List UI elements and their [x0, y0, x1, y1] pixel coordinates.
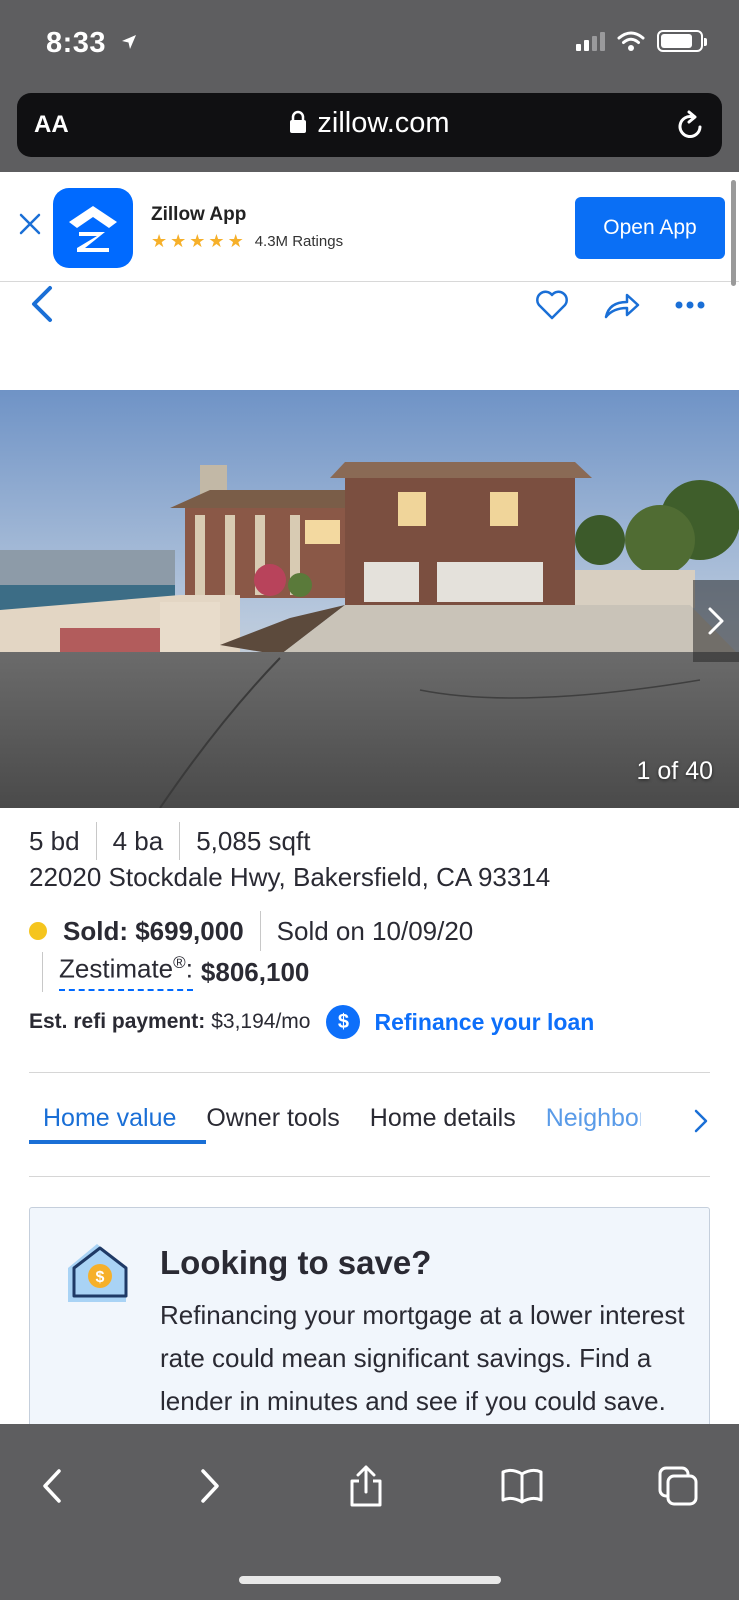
app-rating: ★ ★ ★ ★ ★ 4.3M Ratings: [151, 232, 343, 250]
tabs-icon: [658, 1466, 698, 1506]
divider: [259, 911, 261, 951]
status-indicators: [576, 30, 707, 52]
cellular-signal-icon: [576, 31, 605, 51]
tab-owner-tools[interactable]: Owner tools: [191, 1104, 354, 1133]
baths: 4 ba: [112, 825, 164, 856]
battery-icon: [657, 30, 707, 52]
listing-actions: [535, 290, 705, 320]
house-photo: [0, 390, 739, 808]
scrollbar[interactable]: [731, 180, 736, 286]
house-dollar-icon: $: [68, 1244, 128, 1302]
tab-home-value[interactable]: Home value: [29, 1104, 191, 1133]
card-body: Refinancing your mortgage at a lower int…: [160, 1300, 685, 1416]
status-time: 8:33: [46, 27, 107, 59]
browser-bookmarks-button[interactable]: [500, 1464, 544, 1508]
tab-home-details[interactable]: Home details: [355, 1104, 531, 1133]
section-divider: [29, 1176, 710, 1177]
section-divider: [29, 1072, 710, 1073]
zestimate-link[interactable]: Zestimate®:: [59, 953, 193, 991]
app-install-banner: Zillow App ★ ★ ★ ★ ★ 4.3M Ratings Open A…: [0, 172, 739, 282]
location-arrow-icon: [122, 35, 136, 49]
divider: [179, 822, 181, 860]
refi-label: Est. refi payment:: [29, 1010, 206, 1033]
chevron-right-icon[interactable]: [693, 1108, 709, 1134]
url-display[interactable]: zillow.com: [17, 107, 722, 140]
divider: [95, 822, 97, 860]
photo-counter: 1 of 40: [636, 757, 713, 785]
share-icon: [350, 1465, 382, 1507]
zillow-app-icon: [53, 188, 133, 268]
chevron-right-icon: [708, 607, 724, 635]
beds: 5 bd: [29, 825, 80, 856]
status-dot-icon: [29, 922, 47, 940]
zestimate-label: Zestimate: [59, 953, 174, 984]
url-text: zillow.com: [317, 107, 450, 139]
star-icon: ★: [208, 231, 225, 251]
home-indicator[interactable]: [239, 1576, 501, 1584]
divider: [42, 952, 43, 992]
address-bar[interactable]: AA zillow.com: [17, 93, 722, 157]
book-icon: [501, 1468, 543, 1504]
browser-bottom-toolbar: [0, 1424, 739, 1600]
zestimate: Zestimate®: $806,100: [42, 952, 309, 992]
svg-text:$: $: [96, 1269, 105, 1286]
sold-date: Sold on 10/09/20: [276, 915, 474, 946]
zestimate-value: $806,100: [200, 956, 310, 987]
star-icon: ★: [227, 231, 244, 251]
close-banner-icon[interactable]: [18, 212, 42, 236]
browser-top-chrome: 8:33 AA zillow.com: [0, 0, 739, 172]
star-icon: ★: [189, 231, 206, 251]
refi-payment: Est. refi payment: $3,194/mo $ Refinance…: [29, 1005, 594, 1039]
active-tab-indicator: [29, 1140, 206, 1144]
star-icon: ★: [151, 231, 168, 251]
dollar-icon: $: [326, 1005, 361, 1039]
back-icon[interactable]: [28, 284, 58, 324]
chevron-left-icon: [43, 1469, 61, 1503]
refinance-link[interactable]: Refinance your loan: [374, 1009, 594, 1036]
browser-tabs-button[interactable]: [656, 1464, 700, 1508]
share-icon[interactable]: [603, 290, 641, 320]
sold-status: Sold: $699,000 Sold on 10/09/20: [29, 911, 473, 951]
star-icon: ★: [170, 231, 187, 251]
tab-neighborhood[interactable]: Neighborhood: [531, 1104, 641, 1133]
heart-icon[interactable]: [535, 290, 569, 320]
section-tabs: Home value Owner tools Home details Neig…: [29, 1104, 641, 1133]
browser-back-button[interactable]: [30, 1464, 74, 1508]
more-options-icon[interactable]: [675, 300, 705, 310]
lock-icon: [290, 110, 307, 133]
registered-mark: ®: [173, 953, 186, 973]
rating-count: 4.3M Ratings: [254, 232, 344, 250]
app-name: Zillow App: [151, 204, 247, 225]
refi-value: $3,194/mo: [211, 1010, 311, 1033]
browser-share-button[interactable]: [344, 1464, 388, 1508]
sqft: 5,085 sqft: [196, 825, 311, 856]
property-address: 22020 Stockdale Hwy, Bakersfield, CA 933…: [29, 862, 551, 892]
chevron-right-icon: [201, 1469, 219, 1503]
open-app-button[interactable]: Open App: [575, 197, 725, 259]
sold-price: Sold: $699,000: [63, 915, 244, 946]
listing-photo[interactable]: 1 of 40: [0, 390, 739, 808]
browser-forward-button[interactable]: [188, 1464, 232, 1508]
reload-icon[interactable]: [676, 109, 706, 141]
zestimate-colon: :: [185, 953, 193, 984]
next-photo-button[interactable]: [693, 580, 739, 662]
card-title: Looking to save?: [160, 1244, 432, 1281]
home-facts: 5 bd 4 ba 5,085 sqft: [29, 822, 310, 860]
wifi-icon: [617, 31, 645, 51]
